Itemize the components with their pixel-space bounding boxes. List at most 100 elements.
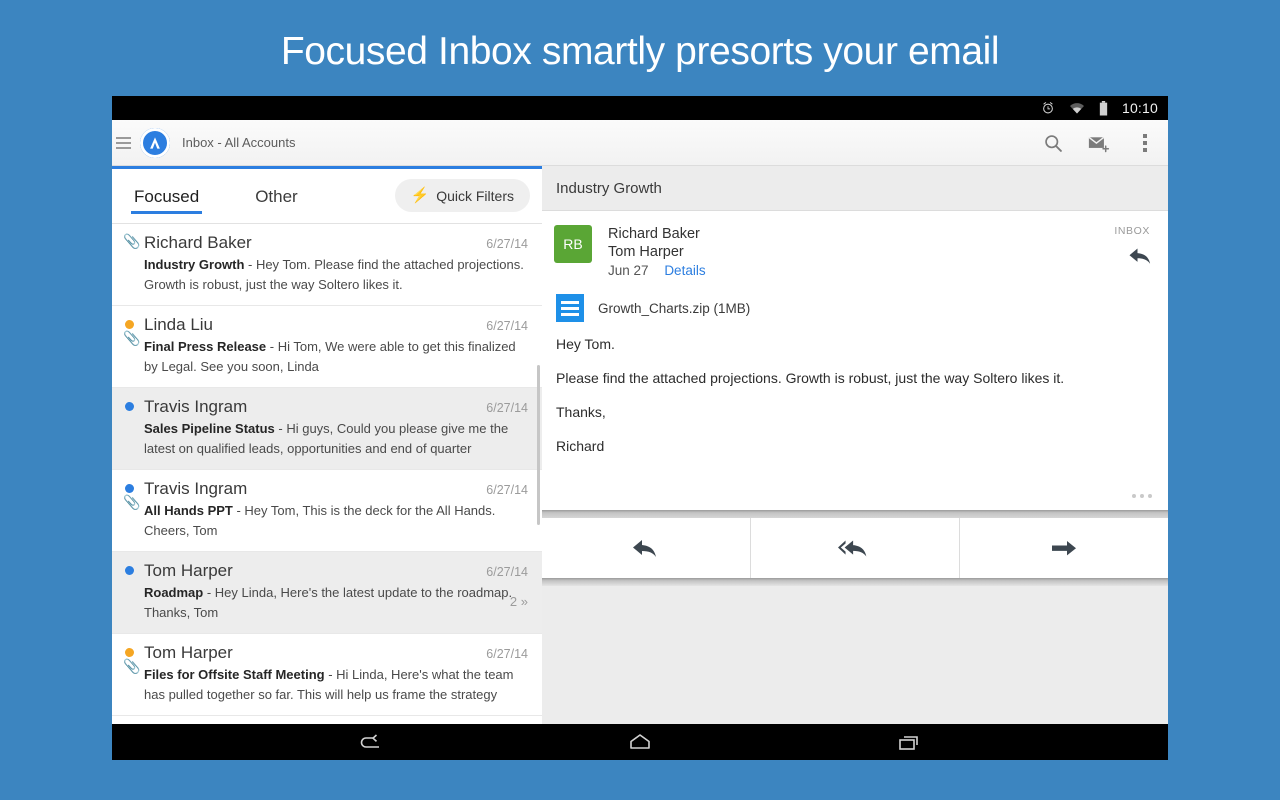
flagged-dot-icon [125, 648, 134, 657]
body-paragraph: Please find the attached projections. Gr… [556, 370, 1150, 387]
email-list[interactable]: 📎 Richard Baker 6/27/14 Industry Growth … [112, 224, 542, 724]
list-item-subject: Sales Pipeline Status [144, 421, 275, 436]
quick-filters-button[interactable]: ⚡ Quick Filters [395, 179, 530, 212]
app-title: Inbox - All Accounts [182, 135, 295, 150]
list-item-date: 6/27/14 [486, 319, 528, 333]
reading-pane-header: Industry Growth [542, 166, 1168, 210]
recent-apps-icon[interactable] [886, 724, 934, 760]
forward-button[interactable] [960, 518, 1168, 578]
reading-pane: Industry Growth INBOX RB Richard Baker T… [542, 166, 1168, 724]
reply-button[interactable] [542, 518, 751, 578]
email-app: Inbox - All Accounts [112, 120, 1168, 724]
content-panes: Focused Other ⚡ Quick Filters 📎 Richard … [112, 166, 1168, 724]
unread-dot-icon [125, 566, 134, 575]
list-item-subject: Industry Growth [144, 257, 244, 272]
hamburger-menu-icon[interactable] [112, 137, 138, 149]
reply-all-icon [838, 536, 872, 560]
reply-icon [631, 536, 661, 560]
tablet-device-frame: 10:10 Inbox - All Accounts [112, 96, 1168, 760]
list-item[interactable]: 📎 Tom Harper 6/27/14 Files for Offsite S… [112, 634, 542, 716]
overflow-menu-icon[interactable] [1122, 120, 1168, 166]
wifi-icon [1069, 102, 1085, 115]
attachment-icon: 📎 [123, 494, 140, 511]
body-paragraph: Richard [556, 438, 1150, 455]
list-item[interactable]: Tom Harper 6/27/14 Roadmap - Hey Linda, … [112, 552, 542, 634]
reading-pane-filler [542, 586, 1168, 724]
list-item-snippet: Files for Offsite Staff Meeting - Hi Lin… [144, 665, 528, 705]
app-action-bar: Inbox - All Accounts [112, 120, 1168, 166]
zip-file-icon [556, 294, 584, 322]
list-item-date: 6/27/14 [486, 237, 528, 251]
unread-dot-icon [125, 402, 134, 411]
unread-dot-icon [125, 484, 134, 493]
list-item-sender: Travis Ingram [144, 479, 478, 499]
compose-mail-icon[interactable] [1076, 120, 1122, 166]
list-scrollbar[interactable] [537, 365, 540, 525]
message-date-row: Jun 27 Details [608, 262, 706, 280]
tab-focused[interactable]: Focused [134, 187, 199, 214]
action-bar-buttons [1030, 120, 1168, 166]
message-from: Richard Baker [608, 225, 706, 243]
forward-arrow-icon [1050, 537, 1078, 559]
list-item[interactable]: paulaallen003@gmail.com 4/14/14 [112, 716, 542, 724]
list-item-subject: Files for Offsite Staff Meeting [144, 667, 325, 682]
thread-count-badge: 2 » [510, 594, 528, 609]
list-item-snippet: Industry Growth - Hey Tom. Please find t… [144, 255, 528, 295]
message-to: Tom Harper [608, 243, 706, 261]
reply-icon[interactable] [1128, 245, 1154, 272]
lightning-bolt-icon: ⚡ [411, 188, 430, 203]
battery-icon [1099, 101, 1108, 116]
list-item-subject: Final Press Release [144, 339, 266, 354]
message-subject: Industry Growth [556, 180, 662, 197]
message-header: RB Richard Baker Tom Harper Jun 27 Detai… [554, 225, 1150, 280]
android-status-bar: 10:10 [112, 96, 1168, 120]
email-list-pane: Focused Other ⚡ Quick Filters 📎 Richard … [112, 166, 542, 724]
alarm-icon [1041, 101, 1055, 115]
android-navigation-bar [112, 724, 1168, 760]
list-item-snippet: Sales Pipeline Status - Hi guys, Could y… [144, 419, 528, 459]
tab-other[interactable]: Other [255, 187, 298, 214]
list-item-sender: Tom Harper [144, 561, 478, 581]
quick-filters-label: Quick Filters [436, 188, 514, 204]
back-icon[interactable] [346, 724, 394, 760]
list-item-date: 6/27/14 [486, 565, 528, 579]
list-item-sender: Richard Baker [144, 233, 478, 253]
home-icon[interactable] [616, 724, 664, 760]
attachment-icon: 📎 [123, 233, 140, 250]
inbox-tabs: Focused Other ⚡ Quick Filters [112, 169, 542, 224]
body-paragraph: Thanks, [556, 404, 1150, 421]
flagged-dot-icon [125, 320, 134, 329]
message-body: Hey Tom. Please find the attached projec… [556, 336, 1150, 455]
more-dots-icon[interactable] [1132, 494, 1152, 498]
status-bar-clock: 10:10 [1122, 100, 1158, 116]
message-action-bar [542, 518, 1168, 578]
list-item-sender: Linda Liu [144, 315, 478, 335]
list-item[interactable]: 📎 Travis Ingram 6/27/14 All Hands PPT - … [112, 470, 542, 552]
card-divider [542, 510, 1168, 518]
app-logo-icon[interactable] [140, 128, 170, 158]
attachment-icon: 📎 [123, 658, 140, 675]
body-paragraph: Hey Tom. [556, 336, 1150, 353]
list-item-sender: Tom Harper [144, 643, 478, 663]
list-item-date: 6/27/14 [486, 483, 528, 497]
attachment-name: Growth_Charts.zip (1MB) [598, 301, 750, 316]
list-item-date: 6/27/14 [486, 401, 528, 415]
attachment-row[interactable]: Growth_Charts.zip (1MB) [556, 294, 1150, 322]
list-item[interactable]: 📎 Linda Liu 6/27/14 Final Press Release … [112, 306, 542, 388]
list-item[interactable]: 📎 Richard Baker 6/27/14 Industry Growth … [112, 224, 542, 306]
message-date: Jun 27 [608, 263, 649, 278]
list-item-subject: Roadmap [144, 585, 203, 600]
reply-all-button[interactable] [751, 518, 960, 578]
list-item-subject: All Hands PPT [144, 503, 233, 518]
list-item-snippet: All Hands PPT - Hey Tom, This is the dec… [144, 501, 528, 541]
list-item-sender: Travis Ingram [144, 397, 478, 417]
message-participants: Richard Baker Tom Harper Jun 27 Details [608, 225, 706, 280]
folder-badge: INBOX [1114, 225, 1150, 237]
list-item-snippet: Roadmap - Hey Linda, Here's the latest u… [144, 583, 528, 623]
list-item[interactable]: Travis Ingram 6/27/14 Sales Pipeline Sta… [112, 388, 542, 470]
search-icon[interactable] [1030, 120, 1076, 166]
action-bar-divider [542, 578, 1168, 586]
list-item-date: 6/27/14 [486, 647, 528, 661]
message-card: INBOX RB Richard Baker Tom Harper Jun 27 [542, 210, 1168, 510]
details-link[interactable]: Details [664, 263, 705, 278]
